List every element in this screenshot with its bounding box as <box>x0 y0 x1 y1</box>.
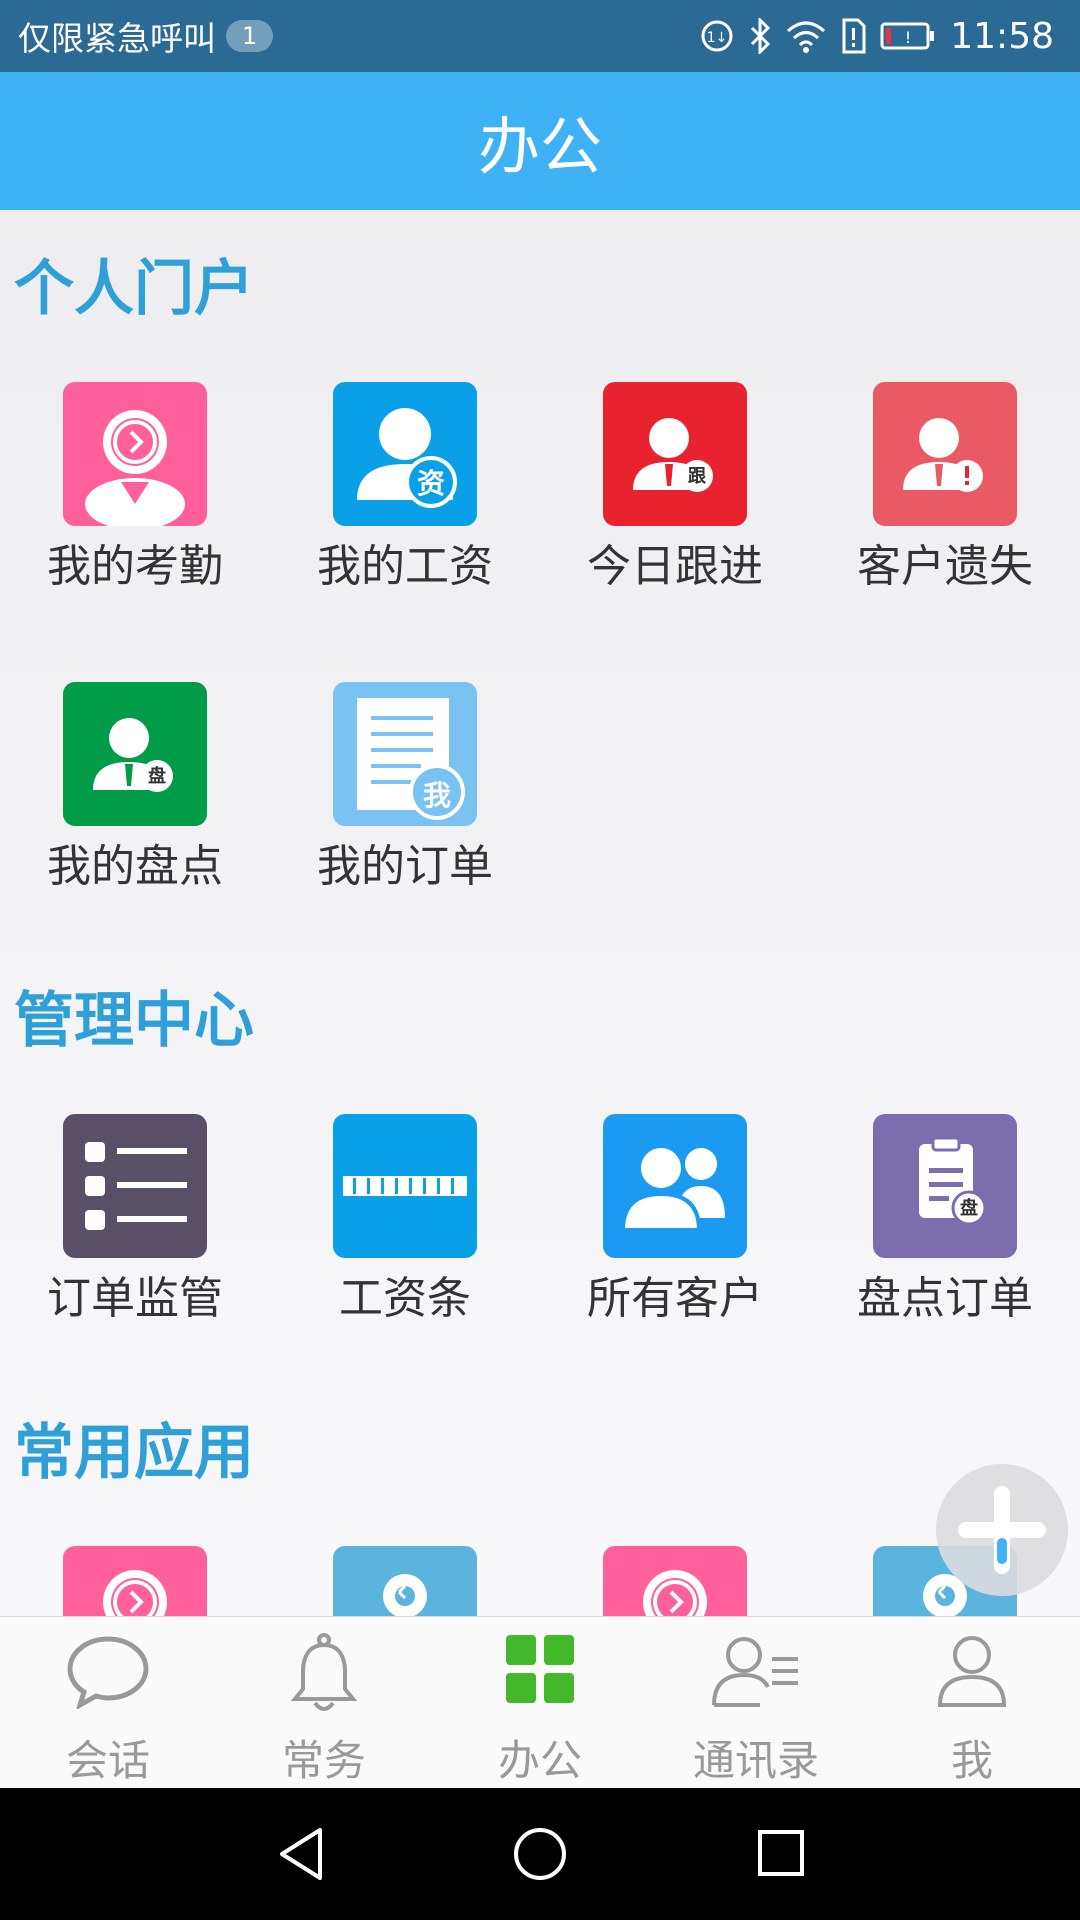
tile-label: 客户遗失 <box>857 541 1033 592</box>
attendance-icon <box>63 382 207 526</box>
home-icon[interactable] <box>512 1824 568 1884</box>
tile-label: 我的考勤 <box>47 541 223 592</box>
my-order-icon: 我 <box>333 682 477 826</box>
grid-icon <box>506 1635 574 1703</box>
tile-inventory-orders[interactable]: 盘 盘点订单 <box>810 1114 1080 1330</box>
inventory-glyph: 盘 <box>148 766 166 787</box>
plus-icon <box>958 1486 1046 1574</box>
section-title-common-apps: 常用应用 <box>14 1418 254 1488</box>
system-nav-bar <box>0 1788 1080 1920</box>
carrier-text: 仅限紧急呼叫 <box>18 19 216 58</box>
tile-label: 我的订单 <box>317 841 493 892</box>
order-supervision-icon <box>63 1114 207 1258</box>
salary-glyph: 资 <box>416 467 445 500</box>
customer-loss-icon <box>873 382 1017 526</box>
nav-label-affairs: 常务 <box>281 1736 366 1785</box>
add-button[interactable] <box>936 1464 1068 1596</box>
section-title-personal: 个人门户 <box>14 254 254 324</box>
bell-icon <box>290 1633 358 1711</box>
nav-item-affairs[interactable]: 常务 <box>216 1617 432 1788</box>
follow-up-icon: 跟 <box>603 382 747 526</box>
attendance-icon <box>603 1546 747 1616</box>
payslip-icon <box>333 1114 477 1258</box>
tile-order-supervision[interactable]: 订单监管 <box>0 1114 270 1330</box>
tile-my-salary[interactable]: 资 我的工资 <box>270 382 540 598</box>
nav-label-contacts: 通讯录 <box>692 1736 819 1785</box>
nav-item-office[interactable]: 办公 <box>432 1617 648 1788</box>
tile-common-location[interactable] <box>270 1546 540 1616</box>
back-icon[interactable] <box>276 1824 326 1884</box>
nav-label-office: 办公 <box>497 1736 582 1785</box>
tile-label: 盘点订单 <box>857 1273 1033 1324</box>
follow-up-glyph: 跟 <box>688 466 706 487</box>
page-title: 办公 <box>477 110 602 183</box>
notification-badge: 1 <box>226 20 274 52</box>
svg-text:1↓: 1↓ <box>707 30 728 46</box>
status-time: 11:58 <box>950 15 1054 57</box>
tile-label: 我的工资 <box>317 541 493 592</box>
tile-label: 今日跟进 <box>587 541 763 592</box>
wifi-icon <box>787 21 826 53</box>
salary-icon: 资 <box>333 382 477 526</box>
tile-label: 订单监管 <box>47 1273 223 1324</box>
tile-my-attendance[interactable]: 我的考勤 <box>0 382 270 598</box>
title-bar: 办公 <box>0 72 1080 210</box>
bluetooth-icon <box>751 18 771 54</box>
status-bar: 仅限紧急呼叫 1 1↓ ! 11:58 <box>0 0 1080 72</box>
tile-label: 我的盘点 <box>47 841 223 892</box>
tile-my-inventory[interactable]: 盘 我的盘点 <box>0 682 270 898</box>
tile-today-follow-up[interactable]: 跟 今日跟进 <box>540 382 810 598</box>
contacts-icon <box>712 1637 798 1707</box>
main-content[interactable]: 个人门户 我的考勤 资 我的工资 跟 今日跟进 客户遗失 盘 我的盘点 我 我的… <box>0 210 1080 1616</box>
profile-icon <box>937 1636 1007 1707</box>
nav-label-me: 我 <box>950 1736 993 1785</box>
tile-common-attendance-2[interactable] <box>540 1546 810 1616</box>
nav-item-chat[interactable]: 会话 <box>0 1617 216 1788</box>
inventory-order-icon: 盘 <box>873 1114 1017 1258</box>
inventory-order-glyph: 盘 <box>960 1198 978 1219</box>
tile-customer-loss[interactable]: 客户遗失 <box>810 382 1080 598</box>
sim-alert-icon <box>842 18 866 54</box>
tile-common-attendance[interactable] <box>0 1546 270 1616</box>
section-title-management: 管理中心 <box>14 986 254 1056</box>
bottom-nav: 会话 常务 办公 通讯录 我 <box>0 1616 1080 1788</box>
all-customers-icon <box>603 1114 747 1258</box>
my-order-glyph: 我 <box>422 779 451 812</box>
tile-label: 所有客户 <box>587 1273 763 1324</box>
nav-label-chat: 会话 <box>65 1736 150 1785</box>
tile-all-customers[interactable]: 所有客户 <box>540 1114 810 1330</box>
location-icon <box>333 1546 477 1616</box>
nav-item-contacts[interactable]: 通讯录 <box>648 1617 864 1788</box>
tile-my-orders[interactable]: 我 我的订单 <box>270 682 540 898</box>
svg-text:!: ! <box>905 28 911 47</box>
data-icon: 1↓ <box>701 20 733 52</box>
tile-payslip[interactable]: 工资条 <box>270 1114 540 1330</box>
attendance-icon <box>63 1546 207 1616</box>
inventory-icon: 盘 <box>63 682 207 826</box>
battery-low-icon: ! <box>880 22 935 50</box>
tile-label: 工资条 <box>339 1273 471 1324</box>
chat-icon <box>67 1636 149 1709</box>
recents-icon[interactable] <box>756 1824 806 1884</box>
nav-item-me[interactable]: 我 <box>864 1617 1080 1788</box>
